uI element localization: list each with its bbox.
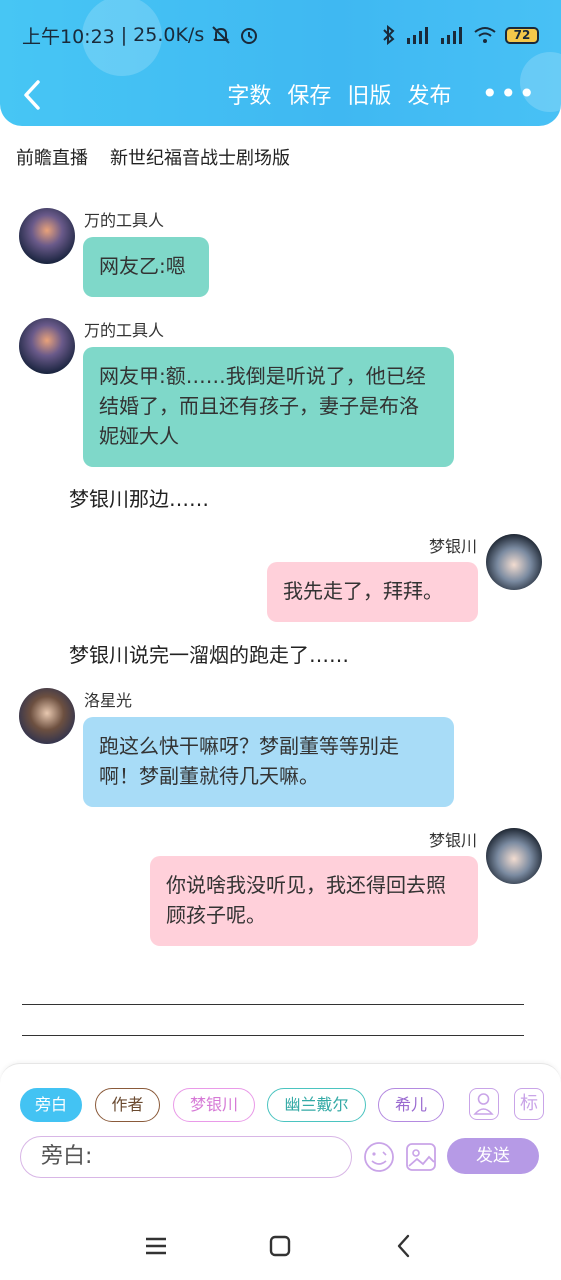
narration-text: 梦银川那边…… [69,487,209,511]
network-speed: 25.0K/s [133,24,205,46]
battery-indicator: 72 [505,26,539,44]
status-time: 上午10:23 [22,25,115,48]
signal-icon-2 [441,27,462,44]
chip-character-2[interactable]: 幽兰戴尔 [267,1088,366,1122]
tag-button[interactable]: 标 [514,1088,544,1120]
old-version-button[interactable]: 旧版 [347,78,391,110]
person-icon [473,1093,494,1115]
sender-name: 梦银川 [428,831,477,850]
character-manage-button[interactable] [469,1088,499,1120]
back-arrow-icon[interactable] [18,78,48,112]
chip-character-3[interactable]: 希儿 [378,1088,444,1122]
divider-line [22,1035,524,1036]
message-input[interactable]: 旁白: [20,1136,352,1178]
back-nav-icon[interactable] [394,1233,414,1259]
chip-author[interactable]: 作者 [95,1088,160,1122]
message-bubble[interactable]: 我先走了，拜拜。 [267,562,478,622]
save-button[interactable]: 保存 [287,78,331,110]
sender-name: 洛星光 [84,691,133,710]
status-bar: 上午10:23 | 25.0K/s 72 [22,20,539,50]
menu-icon[interactable] [144,1235,168,1257]
bluetooth-icon [383,25,395,45]
alarm-icon [241,28,258,44]
sender-name: 万的工具人 [84,321,165,340]
word-count-button[interactable]: 字数 [227,78,271,110]
avatar[interactable] [19,688,75,744]
avatar[interactable] [19,208,75,264]
nav-row: 字数 保存 旧版 发布 ••• [0,70,561,120]
message-bubble[interactable]: 跑这么快干嘛呀？梦副董等等别走啊！梦副董就待几天嘛。 [83,717,454,807]
system-nav-bar [0,1211,561,1280]
subtitle-right: 新世纪福音战士剧场版 [110,148,290,169]
avatar[interactable] [19,318,75,374]
chip-character-1[interactable]: 梦银川 [173,1088,255,1122]
avatar[interactable] [486,534,542,590]
status-separator: | [120,24,128,46]
signal-icon [407,27,428,44]
header-actions: 字数 保存 旧版 发布 ••• [227,78,537,110]
more-options-icon[interactable]: ••• [481,80,537,108]
sender-name: 万的工具人 [84,211,165,230]
publish-button[interactable]: 发布 [407,78,451,110]
message-bubble[interactable]: 你说啥我没听见，我还得回去照顾孩子呢。 [150,856,478,946]
image-icon[interactable] [405,1140,437,1174]
home-icon[interactable] [268,1235,292,1257]
divider-line [22,1004,524,1005]
avatar[interactable] [486,828,542,884]
chip-narrator[interactable]: 旁白 [20,1088,82,1122]
story-subtitle: 前瞻直播 新世纪福音战士剧场版 [16,144,290,170]
sender-name: 梦银川 [428,537,477,556]
narration-text: 梦银川说完一溜烟的跑走了…… [69,643,349,667]
send-button[interactable]: 发送 [447,1138,539,1174]
message-bubble[interactable]: 网友甲:额……我倒是听说了，他已经结婚了，而且还有孩子，妻子是布洛妮娅大人 [83,347,454,467]
subtitle-left: 前瞻直播 [16,148,88,169]
top-app-bar: 上午10:23 | 25.0K/s 72 字数 保存 旧版 发布 ••• [0,0,561,126]
wifi-icon [474,27,496,43]
mute-icon [212,26,230,44]
compose-panel: 旁白 作者 梦银川 幽兰戴尔 希儿 标 旁白: 发送 [0,1063,561,1211]
emoji-icon[interactable] [362,1140,396,1174]
message-bubble[interactable]: 网友乙:嗯 [83,237,209,297]
